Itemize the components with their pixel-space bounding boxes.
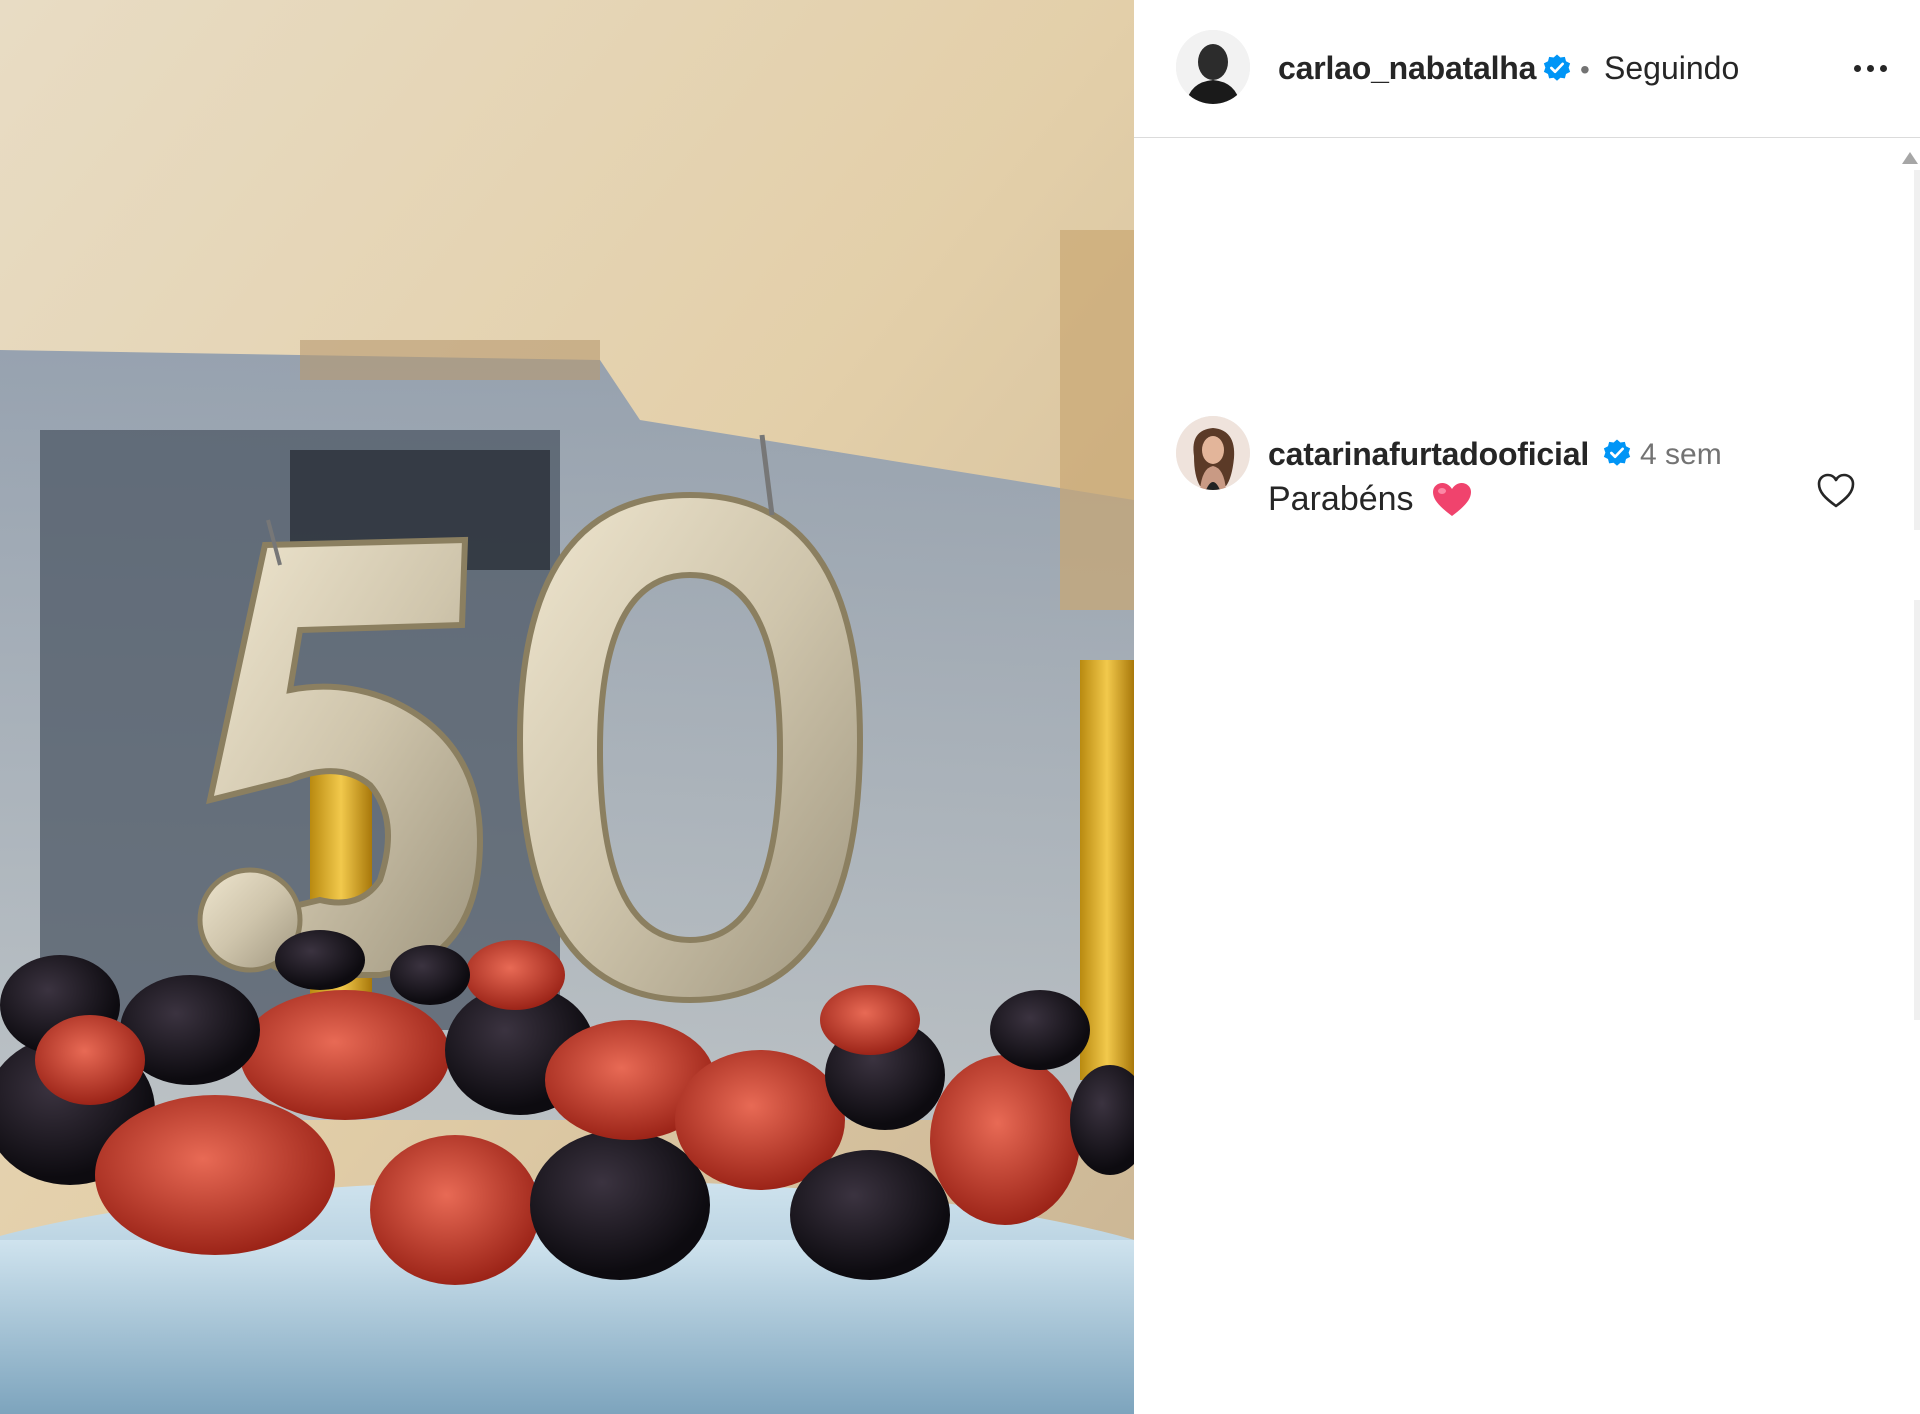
heart-outline-icon[interactable]	[1814, 468, 1858, 512]
header-separator: •	[1580, 54, 1590, 85]
post-details-panel: carlao_nabatalha • Seguindo catarinafurt…	[1134, 0, 1920, 1414]
scrollbar-track[interactable]	[1914, 170, 1920, 530]
post-image	[0, 0, 1134, 1414]
scrollbar-thumb[interactable]	[1914, 600, 1920, 1020]
verified-badge-icon	[1603, 439, 1631, 466]
more-options-button[interactable]	[1846, 48, 1894, 88]
scroll-up-arrow-icon[interactable]	[1902, 152, 1918, 164]
comment-timestamp[interactable]: 4 sem	[1640, 438, 1722, 472]
verified-badge-icon	[1543, 54, 1571, 81]
comment-body: Parabéns	[1268, 480, 1472, 519]
following-button[interactable]: Seguindo	[1604, 50, 1739, 87]
post-modal: carlao_nabatalha • Seguindo catarinafurt…	[0, 0, 1920, 1414]
comment-item: catarinafurtadooficial 4 sem Parabéns	[1134, 416, 1920, 519]
more-horizontal-icon	[1853, 64, 1861, 72]
commenter-avatar[interactable]	[1176, 416, 1250, 490]
comment-text: Parabéns	[1268, 480, 1414, 518]
post-header: carlao_nabatalha • Seguindo	[1134, 0, 1920, 138]
comment-username[interactable]: catarinafurtadooficial	[1268, 436, 1589, 473]
author-avatar[interactable]	[1176, 30, 1250, 104]
author-username[interactable]: carlao_nabatalha	[1278, 50, 1536, 87]
pink-heart-emoji-icon	[1432, 482, 1471, 516]
